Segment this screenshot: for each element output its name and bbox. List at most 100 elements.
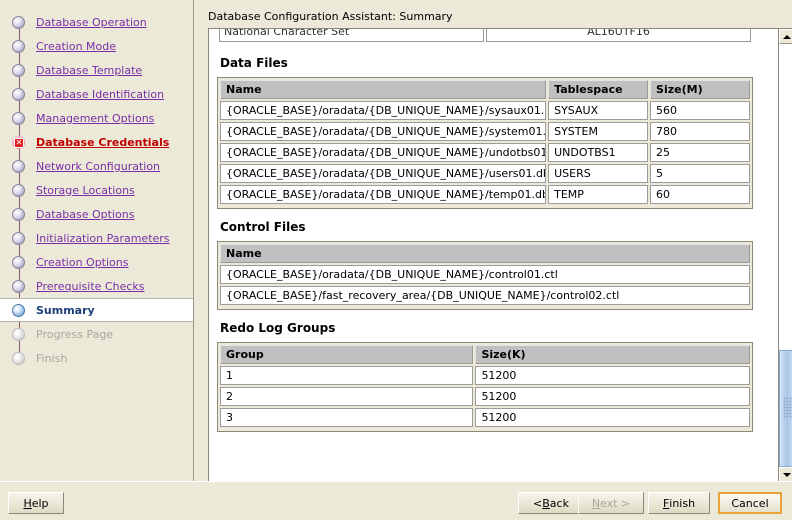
sidebar-item-creation-options[interactable]: Creation Options: [0, 250, 193, 274]
table-row[interactable]: 1 51200: [220, 366, 750, 385]
table-row[interactable]: {ORACLE_BASE}/oradata/{DB_UNIQUE_NAME}/t…: [220, 185, 750, 204]
step-bullet-icon: [12, 231, 25, 245]
scroll-down-arrow-icon[interactable]: [779, 467, 792, 482]
cancel-button[interactable]: Cancel: [718, 492, 782, 514]
table-row[interactable]: {ORACLE_BASE}/oradata/{DB_UNIQUE_NAME}/s…: [220, 101, 750, 120]
table-cell: {ORACLE_BASE}/oradata/{DB_UNIQUE_NAME}/s…: [220, 122, 547, 141]
sidebar-item-label: Database Identification: [36, 87, 165, 101]
sidebar-item-label: Database Template: [36, 63, 143, 77]
sidebar-item-label: Summary: [36, 303, 95, 317]
step-bullet-icon: [12, 303, 25, 317]
table-frame: Name {ORACLE_BASE}/oradata/{DB_UNIQUE_NAM…: [217, 241, 753, 310]
table-cell: {ORACLE_BASE}/oradata/{DB_UNIQUE_NAME}/t…: [220, 185, 547, 204]
column-header[interactable]: Tablespace: [548, 80, 649, 99]
step-bullet-icon: [12, 159, 25, 173]
step-bullet-icon: [12, 351, 25, 365]
sidebar-item-label: Prerequisite Checks: [36, 279, 145, 293]
partial-row-clip: National Character Set AL16UTF16: [217, 29, 753, 45]
table-cell: {ORACLE_BASE}/oradata/{DB_UNIQUE_NAME}/s…: [220, 101, 547, 120]
sidebar-item-label: Creation Mode: [36, 39, 117, 53]
table-frame: Group Size(K) 1 51200 2 51200 3 51200: [217, 342, 753, 432]
finish-button[interactable]: Finish: [648, 492, 710, 514]
sidebar-item-database-options[interactable]: Database Options: [0, 202, 193, 226]
back-button[interactable]: < Back: [518, 492, 584, 514]
triangle-down-icon: [782, 472, 791, 477]
sidebar-item-label: Network Configuration: [36, 159, 161, 173]
sidebar-item-network-configuration[interactable]: Network Configuration: [0, 154, 193, 178]
section-data-files: Data Files Name Tablespace Size(M) {ORACLE_B…: [217, 56, 753, 209]
table-header-row: Group Size(K): [220, 345, 750, 364]
table-row[interactable]: {ORACLE_BASE}/oradata/{DB_UNIQUE_NAME}/u…: [220, 164, 750, 183]
table-cell: 51200: [475, 408, 750, 427]
data-table: Name Tablespace Size(M) {ORACLE_BASE}/orada…: [218, 78, 752, 206]
sidebar-item-progress-page: Progress Page: [0, 322, 193, 346]
section-title: Redo Log Groups: [220, 321, 336, 335]
scrollbar-thumb[interactable]: [779, 350, 792, 467]
summary-scroll-pane[interactable]: National Character Set AL16UTF16 Data Fi…: [208, 28, 778, 483]
table-row[interactable]: {ORACLE_BASE}/oradata/{DB_UNIQUE_NAME}/s…: [220, 122, 750, 141]
column-header[interactable]: Name: [220, 244, 750, 263]
error-icon: ✕: [12, 135, 25, 149]
column-header[interactable]: Name: [220, 80, 547, 99]
sidebar-item-storage-locations[interactable]: Storage Locations: [0, 178, 193, 202]
mnemonic: N: [591, 496, 601, 510]
table-cell: 1: [220, 366, 474, 385]
table-cell: 60: [650, 185, 750, 204]
sidebar-item-label: Progress Page: [36, 327, 114, 341]
step-bullet-icon: [12, 327, 25, 341]
sidebar-item-finish: Finish: [0, 346, 193, 370]
sidebar-item-database-identification[interactable]: Database Identification: [0, 82, 193, 106]
table-cell: 51200: [475, 366, 750, 385]
column-header[interactable]: Size(K): [475, 345, 750, 364]
table-cell: USERS: [548, 164, 649, 183]
step-bullet-icon: [12, 207, 25, 221]
sidebar-item-label: Database Operation: [36, 15, 147, 29]
help-button[interactable]: Help: [8, 492, 64, 514]
scroll-up-arrow-icon[interactable]: [779, 29, 792, 44]
table-cell: {ORACLE_BASE}/oradata/{DB_UNIQUE_NAME}/c…: [220, 265, 750, 284]
table-row[interactable]: {ORACLE_BASE}/oradata/{DB_UNIQUE_NAME}/c…: [220, 265, 750, 284]
table-row[interactable]: {ORACLE_BASE}/oradata/{DB_UNIQUE_NAME}/u…: [220, 143, 750, 162]
sidebar-item-database-template[interactable]: Database Template: [0, 58, 193, 82]
sidebar-item-initialization-parameters[interactable]: Initialization Parameters: [0, 226, 193, 250]
partial-row-name: National Character Set: [219, 29, 484, 42]
table-cell: {ORACLE_BASE}/fast_recovery_area/{DB_UNI…: [220, 286, 750, 305]
mnemonic: H: [23, 496, 32, 510]
mnemonic: F: [662, 496, 670, 510]
sidebar-item-label: Creation Options: [36, 255, 129, 269]
sidebar-item-management-options[interactable]: Management Options: [0, 106, 193, 130]
mnemonic: B: [542, 496, 550, 510]
table-cell: TEMP: [548, 185, 649, 204]
table-cell: UNDOTBS1: [548, 143, 649, 162]
column-header[interactable]: Size(M): [650, 80, 750, 99]
sidebar-item-creation-mode[interactable]: Creation Mode: [0, 34, 193, 58]
table-cell: SYSTEM: [548, 122, 649, 141]
section-redo-log-groups: Redo Log Groups Group Size(K) 1 51200 2 51200 3…: [217, 321, 753, 432]
data-table: Group Size(K) 1 51200 2 51200 3 51200: [218, 343, 752, 429]
table-row[interactable]: 3 51200: [220, 408, 750, 427]
partial-row-value: AL16UTF16: [486, 29, 751, 42]
sidebar-item-label: Finish: [36, 351, 68, 365]
step-bullet-icon: [12, 183, 25, 197]
column-header[interactable]: Group: [220, 345, 474, 364]
sidebar-item-prerequisite-checks[interactable]: Prerequisite Checks: [0, 274, 193, 298]
table-row[interactable]: {ORACLE_BASE}/fast_recovery_area/{DB_UNI…: [220, 286, 750, 305]
table-cell: 560: [650, 101, 750, 120]
step-bullet-icon: [12, 15, 25, 29]
table-cell: 780: [650, 122, 750, 141]
wizard-step-list: Database Operation Creation Mode Database …: [0, 0, 193, 370]
scrollbar-track[interactable]: [779, 44, 792, 467]
wizard-sidebar: Database Operation Creation Mode Database …: [0, 0, 194, 481]
scrollbar-grip-icon: [783, 397, 792, 419]
table-header-row: Name Tablespace Size(M): [220, 80, 750, 99]
next-button: Next >: [578, 492, 644, 514]
table-row[interactable]: 2 51200: [220, 387, 750, 406]
sidebar-item-database-credentials[interactable]: ✕ Database Credentials: [0, 130, 193, 154]
table-cell: SYSAUX: [548, 101, 649, 120]
dialog-button-bar: Help < Back Next > Finish Cancel: [0, 481, 792, 520]
sidebar-item-database-operation[interactable]: Database Operation: [0, 10, 193, 34]
sidebar-item-summary[interactable]: Summary: [0, 298, 193, 322]
table-cell: {ORACLE_BASE}/oradata/{DB_UNIQUE_NAME}/u…: [220, 143, 547, 162]
vertical-scrollbar[interactable]: [778, 28, 792, 483]
sidebar-item-label: Management Options: [36, 111, 155, 125]
